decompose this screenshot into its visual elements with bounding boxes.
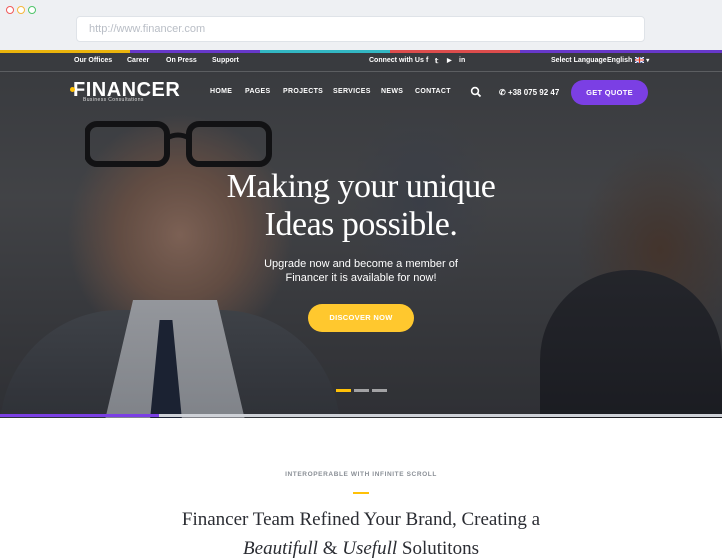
slide-indicator-1[interactable] bbox=[336, 389, 351, 392]
top-bar: Our Offices Career On Press Support Conn… bbox=[0, 55, 722, 69]
title-em-beautifull: Beautifull bbox=[243, 538, 318, 559]
topbar-link-career[interactable]: Career bbox=[127, 57, 149, 64]
facebook-icon[interactable]: f bbox=[426, 57, 428, 64]
topbar-link-offices[interactable]: Our Offices bbox=[74, 57, 112, 64]
phone-number[interactable]: ✆ +38 075 92 47 bbox=[499, 88, 559, 97]
title-amp: & bbox=[317, 538, 343, 559]
maximize-window-dot[interactable] bbox=[28, 6, 36, 14]
discover-now-button[interactable]: DISCOVER NOW bbox=[308, 304, 414, 332]
logo-dot-icon bbox=[70, 87, 75, 92]
nav-item-projects[interactable]: PROJECTS bbox=[283, 88, 323, 95]
title-rest: Solutitons bbox=[397, 538, 479, 559]
chevron-down-icon: ▾ bbox=[646, 58, 650, 64]
color-strip bbox=[0, 50, 722, 53]
youtube-icon[interactable]: ▶ bbox=[447, 57, 452, 64]
search-icon[interactable] bbox=[470, 86, 482, 98]
hero-subline-line1: Upgrade now and become a member of bbox=[264, 258, 458, 270]
topbar-link-support[interactable]: Support bbox=[212, 57, 239, 64]
section-kicker: INTEROPERABLE WITH INFINITE SCROLL bbox=[285, 471, 437, 478]
hero-headline-line1: Making your unique bbox=[226, 168, 496, 205]
browser-chrome: http://www.financer.com bbox=[0, 0, 722, 52]
topbar-link-press[interactable]: On Press bbox=[166, 57, 197, 64]
url-bar[interactable]: http://www.financer.com bbox=[76, 16, 645, 42]
slide-indicator-2[interactable] bbox=[354, 389, 369, 392]
section-title-line2: Beautifull & Usefull Solutitons bbox=[0, 538, 722, 559]
kicker-divider bbox=[353, 492, 369, 494]
topbar-divider bbox=[0, 71, 722, 72]
nav-item-contact[interactable]: CONTACT bbox=[415, 88, 451, 95]
nav-item-home[interactable]: HOME bbox=[210, 88, 232, 95]
nav-item-services[interactable]: SERVICES bbox=[333, 88, 371, 95]
nav-item-news[interactable]: NEWS bbox=[381, 88, 403, 95]
select-language-label: Select Language bbox=[551, 57, 607, 64]
hero-progress-bar bbox=[0, 414, 722, 417]
logo-tagline: Business Consultations bbox=[83, 97, 144, 103]
title-em-usefull: Usefull bbox=[342, 538, 398, 559]
connect-label: Connect with Us bbox=[369, 57, 424, 64]
language-value: English bbox=[607, 57, 633, 64]
nav-item-pages[interactable]: PAGES bbox=[245, 88, 271, 95]
linkedin-icon[interactable]: in bbox=[459, 57, 465, 64]
close-window-dot[interactable] bbox=[6, 6, 14, 14]
language-selector[interactable]: English ▾ bbox=[607, 56, 650, 64]
slide-indicator-3[interactable] bbox=[372, 389, 387, 392]
phone-icon: ✆ bbox=[499, 88, 506, 97]
hero-subline-line2: Financer it is available for now! bbox=[285, 272, 437, 284]
twitter-icon[interactable]: 𝕥 bbox=[435, 57, 438, 65]
uk-flag-icon bbox=[634, 56, 645, 64]
hero-headline-line2: Ideas possible. bbox=[264, 206, 458, 243]
minimize-window-dot[interactable] bbox=[17, 6, 25, 14]
phone-text: +38 075 92 47 bbox=[507, 88, 560, 97]
section-title-line1: Financer Team Refined Your Brand, Creati… bbox=[181, 509, 541, 530]
hero-subline: Upgrade now and become a member of Finan… bbox=[0, 257, 722, 285]
hero-headline: Making your unique Ideas possible. bbox=[0, 168, 722, 244]
get-quote-button[interactable]: GET QUOTE bbox=[571, 80, 648, 105]
hero-banner: Our Offices Career On Press Support Conn… bbox=[0, 50, 722, 418]
